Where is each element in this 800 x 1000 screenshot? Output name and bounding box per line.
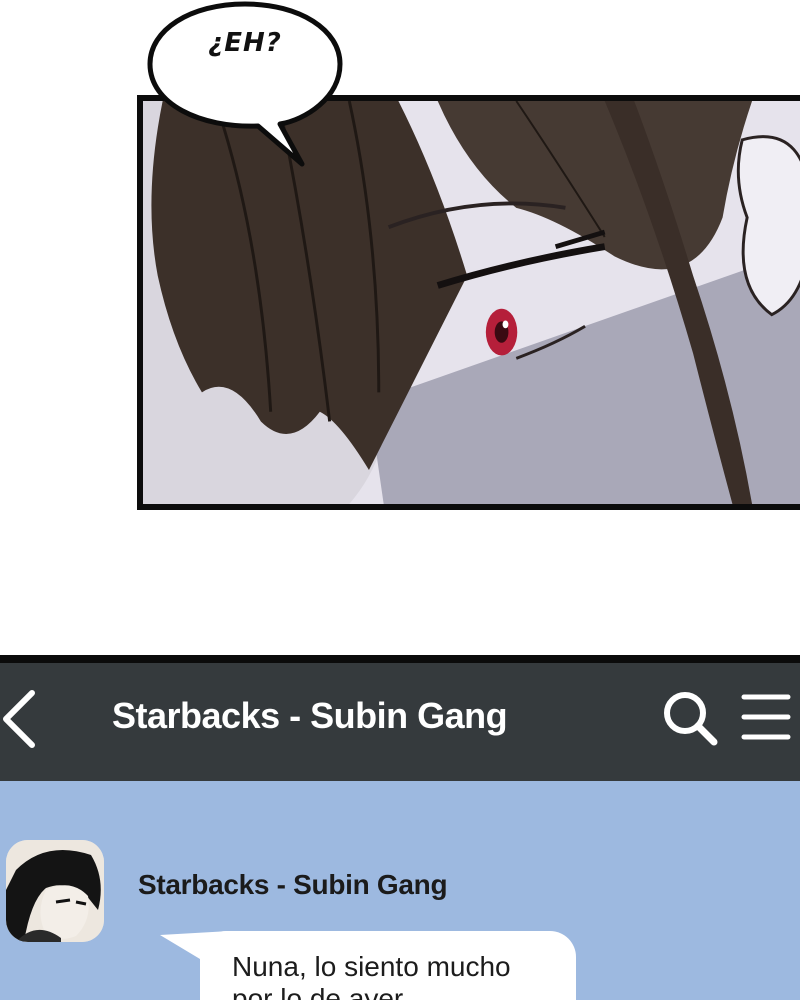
speech-bubble-shape: [147, 1, 343, 167]
sender-avatar[interactable]: [6, 840, 104, 942]
search-button[interactable]: [660, 688, 720, 748]
chat-title: Starbacks - Subin Gang: [112, 695, 508, 736]
speech-bubble: ¿EH?: [140, 0, 350, 170]
chat-header: Starbacks - Subin Gang: [0, 663, 800, 781]
chat-messages-area[interactable]: Starbacks - Subin Gang Nuna, lo siento m…: [0, 781, 800, 1000]
back-button[interactable]: [0, 687, 44, 751]
chevron-left-icon: [3, 690, 35, 748]
sender-name: Starbacks - Subin Gang: [138, 869, 448, 900]
chat-screen-border: [0, 655, 800, 663]
message-bubble[interactable]: Nuna, lo siento mucho por lo de ayer...: [200, 931, 576, 1000]
message-text: Nuna, lo siento mucho por lo de ayer...: [232, 951, 511, 1000]
speech-bubble-text: ¿EH?: [208, 28, 282, 58]
menu-button[interactable]: [740, 691, 792, 743]
avatar-portrait: [6, 840, 104, 942]
search-icon: [664, 692, 718, 746]
hamburger-menu-icon: [741, 694, 791, 740]
